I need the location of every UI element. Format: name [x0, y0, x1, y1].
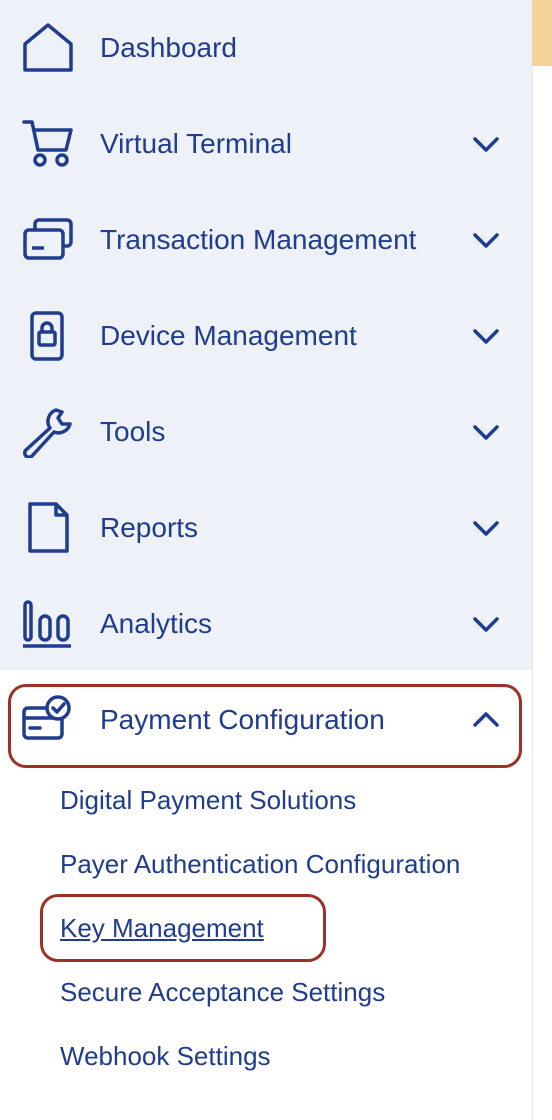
subnav-item-digital-payment-solutions[interactable]: Digital Payment Solutions	[60, 780, 356, 820]
nav-item-reports[interactable]: Reports	[0, 480, 532, 576]
bar-chart-icon	[20, 598, 76, 650]
home-icon	[20, 22, 76, 74]
nav-item-tools[interactable]: Tools	[0, 384, 532, 480]
nav-item-label: Tools	[100, 416, 166, 447]
scrollbar-thumb[interactable]	[532, 0, 552, 66]
chevron-down-icon[interactable]	[470, 324, 502, 348]
nav-item-label: Dashboard	[100, 32, 237, 63]
nav-item-transaction-management[interactable]: Transaction Management	[0, 192, 532, 288]
highlight-outline-payment-configuration	[8, 684, 522, 768]
nav-item-label: Virtual Terminal	[100, 128, 292, 159]
device-icon	[20, 310, 76, 362]
cards-icon	[20, 214, 76, 266]
chevron-down-icon[interactable]	[470, 516, 502, 540]
nav-item-label: Transaction Management	[100, 224, 417, 255]
chevron-down-icon[interactable]	[470, 132, 502, 156]
nav-item-device-management[interactable]: Device Management	[0, 288, 532, 384]
nav-item-virtual-terminal[interactable]: Virtual Terminal	[0, 96, 532, 192]
scrollbar-track[interactable]	[532, 0, 552, 1120]
subnav-item-payer-authentication-configuration[interactable]: Payer Authentication Configuration	[60, 844, 460, 884]
cart-icon	[20, 118, 76, 170]
subnav-item-secure-acceptance-settings[interactable]: Secure Acceptance Settings	[60, 972, 385, 1012]
document-icon	[20, 502, 76, 554]
chevron-down-icon[interactable]	[470, 420, 502, 444]
subnav-item-webhook-settings[interactable]: Webhook Settings	[60, 1036, 271, 1076]
nav-item-label: Reports	[100, 512, 199, 543]
nav-item-dashboard[interactable]: Dashboard	[0, 0, 532, 96]
nav-item-analytics[interactable]: Analytics	[0, 576, 532, 672]
chevron-down-icon[interactable]	[470, 228, 502, 252]
highlight-outline-key-management	[40, 894, 326, 962]
nav-item-label: Device Management	[100, 320, 357, 351]
nav-item-label: Analytics	[100, 608, 213, 639]
chevron-down-icon[interactable]	[470, 612, 502, 636]
wrench-icon	[20, 406, 76, 458]
